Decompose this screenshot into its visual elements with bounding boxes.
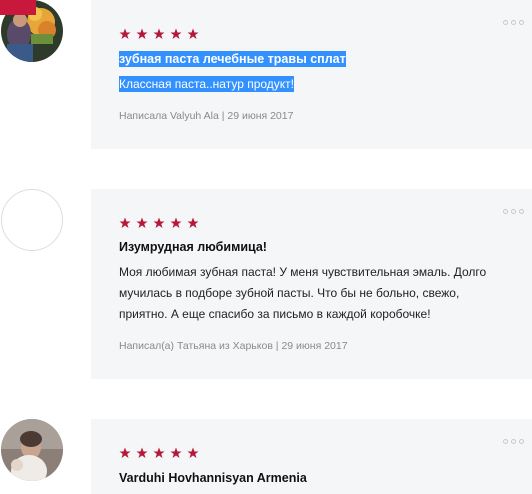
more-options-icon[interactable] [503,20,524,25]
review-date: 29 июня 2017 [281,340,348,352]
rating-stars [119,217,199,229]
rating-stars [119,447,199,459]
user-avatar[interactable] [1,189,63,251]
avatar-photo [1,419,63,481]
review-title: Varduhi Hovhannisyan Armenia [119,471,307,485]
review-title: Изумрудная любимица! [119,240,267,254]
star-icon [187,217,199,228]
star-icon [119,447,131,458]
review-body: Моя любимая зубная паста! У меня чувстви… [119,265,487,321]
star-icon [119,28,131,39]
review-date: 29 июня 2017 [227,110,294,122]
more-options-icon[interactable] [503,439,524,444]
review-author: Написал(а) Татьяна из Харьков [119,340,273,352]
star-icon [187,28,199,39]
star-icon [170,28,182,39]
star-icon [136,217,148,228]
review-body: Классная паста..натур продукт! [119,76,295,92]
star-icon [170,217,182,228]
star-icon [119,217,131,228]
star-icon [153,447,165,458]
review-card: Изумрудная любимица! Моя любимая зубная … [91,189,532,379]
star-icon [136,447,148,458]
corner-badge [0,0,36,15]
review-meta: Написала Valyuh Ala | 29 июня 2017 [119,110,294,122]
rating-stars [119,28,199,40]
star-icon [153,217,165,228]
star-icon [187,447,199,458]
star-icon [136,28,148,39]
user-avatar[interactable] [1,419,63,481]
review-card: Varduhi Hovhannisyan Armenia [91,419,532,494]
review-meta: Написал(а) Татьяна из Харьков | 29 июня … [119,340,348,352]
review-author: Написала Valyuh Ala [119,110,219,122]
star-icon [153,28,165,39]
review-title: зубная паста лечебные травы сплат [119,51,346,67]
star-icon [170,447,182,458]
more-options-icon[interactable] [503,209,524,214]
review-card: зубная паста лечебные травы сплат Классн… [91,0,532,149]
